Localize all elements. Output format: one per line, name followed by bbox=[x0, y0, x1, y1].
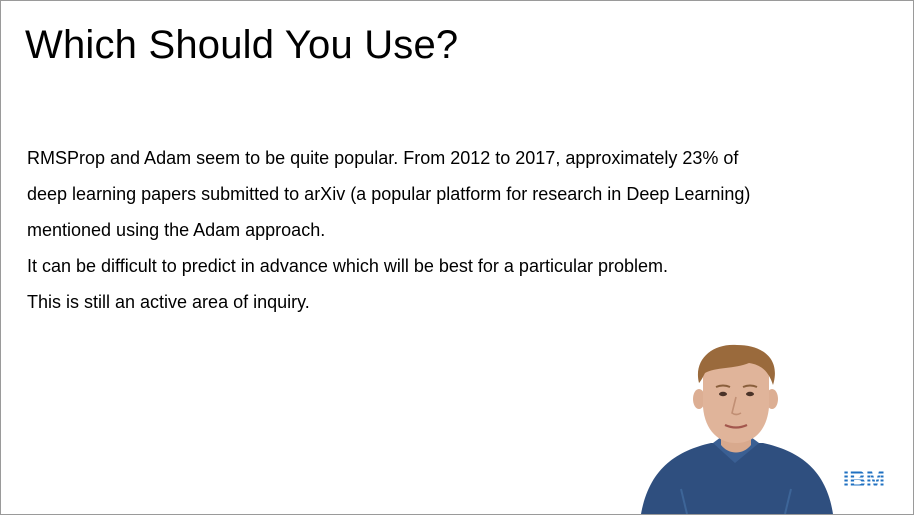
ibm-logo: IBM bbox=[843, 467, 885, 489]
slide-title: Which Should You Use? bbox=[25, 23, 459, 67]
slide: Which Should You Use? RMSProp and Adam s… bbox=[0, 0, 914, 515]
body-line-2: deep learning papers submitted to arXiv … bbox=[27, 184, 751, 204]
body-line-3: mentioned using the Adam approach. bbox=[27, 220, 326, 240]
presenter-figure bbox=[641, 344, 833, 514]
body-line-4: It can be difficult to predict in advanc… bbox=[27, 256, 668, 276]
body-line-5: This is still an active area of inquiry. bbox=[27, 292, 310, 312]
slide-body: RMSProp and Adam seem to be quite popula… bbox=[27, 140, 867, 320]
ibm-logo-text: IBM bbox=[843, 467, 885, 489]
presenter-face bbox=[703, 359, 769, 443]
body-line-1: RMSProp and Adam seem to be quite popula… bbox=[27, 148, 739, 168]
presenter-video bbox=[641, 344, 833, 514]
